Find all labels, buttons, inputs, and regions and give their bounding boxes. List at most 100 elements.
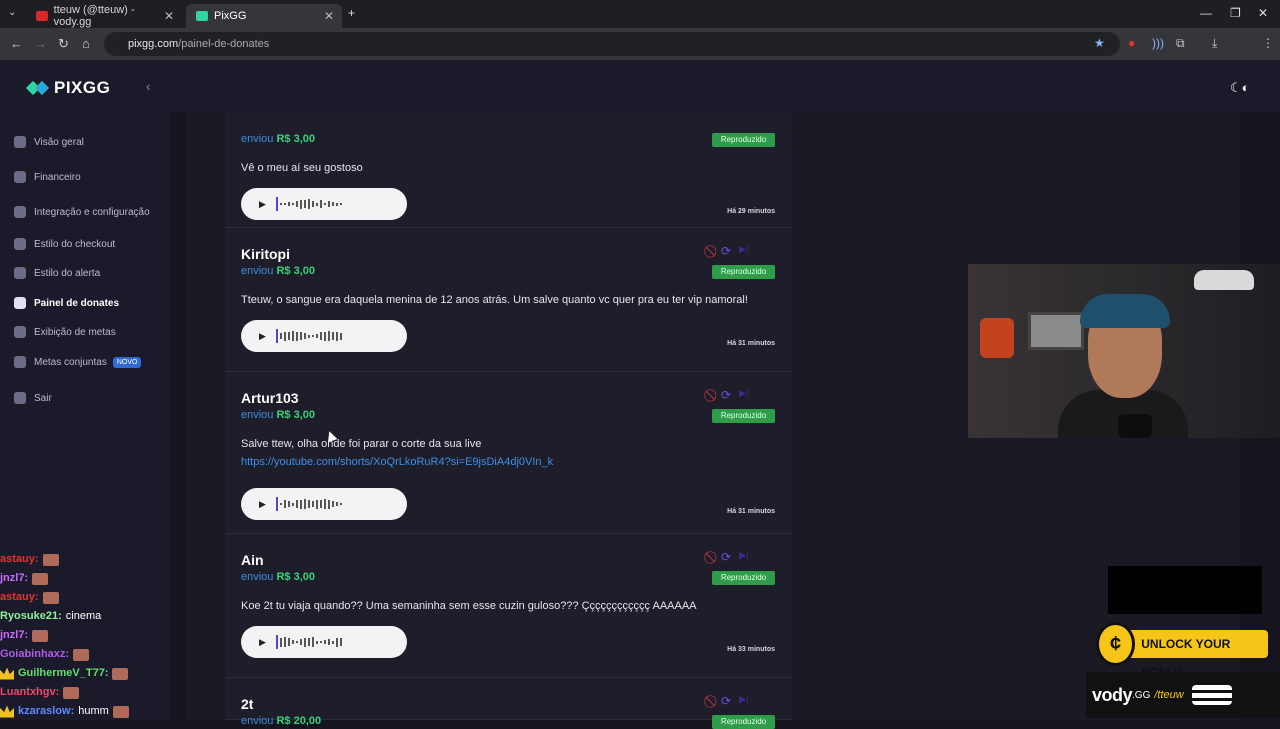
play-icon[interactable]: ▶	[259, 499, 266, 510]
donation-message: Vê o meu aí seu gostoso	[241, 162, 363, 174]
sidebar-item-integracao[interactable]: Integração e configuração	[14, 206, 150, 218]
donation-message: Koe 2t tu viaja quando?? Uma semaninha s…	[241, 600, 697, 612]
chat-username: astauy:	[0, 553, 39, 565]
audio-waveform[interactable]	[275, 635, 342, 649]
reload-icon[interactable]: ↻	[58, 36, 69, 52]
play-icon[interactable]: ▶	[259, 331, 266, 342]
skip-icon[interactable]: ▶|	[739, 388, 748, 403]
download-icon[interactable]: ⤓	[1212, 36, 1217, 51]
waveform-bar	[287, 332, 290, 340]
waveform-bar	[279, 203, 282, 205]
waveform-bar	[331, 332, 334, 340]
sidebar-item-sair[interactable]: Sair	[14, 392, 52, 404]
tab-search-icon[interactable]: ⌄	[8, 7, 16, 18]
audio-waveform[interactable]	[275, 497, 342, 511]
waveform-bar	[339, 503, 342, 505]
donation-message: Salve ttew, olha onde foi parar o corte …	[241, 438, 482, 450]
waveform-bar	[283, 331, 286, 341]
chat-username: Luantxhgv:	[0, 686, 60, 698]
emote-icon	[112, 667, 129, 680]
close-tab-icon[interactable]: ✕	[324, 9, 334, 23]
audio-player[interactable]: ▶	[241, 488, 407, 520]
waveform-bar	[331, 640, 334, 644]
close-window-icon[interactable]: ✕	[1258, 6, 1268, 20]
pixgg-favicon-icon	[196, 11, 208, 21]
waveform-bar	[303, 637, 306, 647]
waveform-bar	[319, 641, 322, 643]
back-icon[interactable]: ←	[10, 36, 23, 51]
browser-tab-bar: ⌄ tteuw (@tteuw) - vody.gg ✕ PixGG ✕ + —…	[0, 0, 1280, 28]
url-input[interactable]: pixgg.com/painel-de-donates	[104, 32, 1120, 56]
replay-icon[interactable]: ⟳	[721, 694, 731, 709]
sidebar-item-label: Metas conjuntas	[34, 356, 107, 368]
waveform-bar	[315, 334, 318, 338]
play-icon[interactable]: ▶	[259, 637, 266, 648]
playhead	[275, 497, 278, 511]
waveform-bar	[307, 500, 310, 508]
chat-username: astauy:	[0, 591, 39, 603]
replay-icon[interactable]: ⟳	[721, 244, 731, 259]
audio-player[interactable]: ▶	[241, 320, 407, 352]
sidebar-item-painel-donates[interactable]: Painel de donates	[14, 297, 119, 309]
replay-icon[interactable]: ⟳	[721, 550, 731, 565]
home-icon[interactable]: ⌂	[82, 36, 90, 51]
waveform-bar	[283, 203, 286, 205]
extensions-puzzle-icon[interactable]: ⧉	[1176, 36, 1185, 51]
tab-vody[interactable]: tteuw (@tteuw) - vody.gg ✕	[26, 4, 182, 28]
skip-icon[interactable]: ▶|	[739, 244, 748, 259]
browser-menu-icon[interactable]: ⋮	[1262, 36, 1274, 50]
donation-time: Há 31 minutos	[727, 340, 775, 347]
emote-icon	[112, 705, 129, 718]
pixgg-logo[interactable]: PIXGG	[28, 78, 110, 98]
emote-icon	[73, 648, 90, 661]
webcam-overlay	[968, 264, 1280, 438]
waveform-bar	[323, 640, 326, 644]
skip-icon[interactable]: ▶|	[739, 694, 748, 709]
collapse-sidebar-icon[interactable]: ‹	[146, 78, 151, 94]
unlock-bonus-label: UNLOCK YOUR BONUS	[1127, 630, 1268, 679]
waveform-bar	[327, 201, 330, 207]
tab-pixgg[interactable]: PixGG ✕	[186, 4, 342, 28]
waveform-bar	[339, 332, 342, 340]
new-tab-icon[interactable]: +	[348, 6, 355, 20]
audio-icon[interactable]: )))	[1152, 36, 1164, 50]
vody-banner: vody .GG /tteuw	[1086, 672, 1280, 718]
sent-label: enviou	[241, 715, 274, 727]
emote-icon	[63, 686, 80, 699]
forward-icon[interactable]: →	[34, 36, 47, 51]
extension-icon[interactable]: ●	[1128, 36, 1135, 50]
audio-player[interactable]: ▶	[241, 626, 407, 658]
sidebar-item-label: Estilo do alerta	[34, 267, 101, 279]
replay-icon[interactable]: ⟳	[721, 388, 731, 403]
donation-link[interactable]: https://youtube.com/shorts/XoQrLkoRuR4?s…	[241, 456, 553, 468]
waveform-bar	[295, 641, 298, 643]
play-icon[interactable]: ▶	[259, 199, 266, 210]
top-bar	[170, 60, 1280, 112]
theme-toggle-icon[interactable]: ☾◐	[1230, 80, 1250, 96]
sidebar-item-financeiro[interactable]: Financeiro	[14, 171, 81, 183]
minimize-icon[interactable]: —	[1200, 6, 1212, 20]
sidebar-item-label: Financeiro	[34, 171, 81, 183]
waveform-bar	[315, 640, 318, 644]
palette-icon	[14, 238, 26, 250]
waveform-bar	[323, 499, 326, 509]
sidebar-item-estilo-checkout[interactable]: Estilo do checkout	[14, 238, 115, 250]
waveform-bar	[311, 201, 314, 207]
waveform-bar	[291, 331, 294, 341]
audio-player[interactable]: ▶	[241, 188, 407, 220]
restore-icon[interactable]: ❐	[1230, 6, 1241, 20]
audio-waveform[interactable]	[275, 329, 342, 343]
sidebar-item-exibicao-metas[interactable]: Exibição de metas	[14, 326, 116, 338]
sidebar-item-estilo-alerta[interactable]: Estilo do alerta	[14, 267, 100, 279]
donation-amount-line: enviou R$ 3,00	[241, 265, 315, 277]
close-tab-icon[interactable]: ✕	[164, 9, 174, 23]
waveform-bar	[311, 335, 314, 337]
sidebar-item-visao-geral[interactable]: Visão geral	[14, 136, 84, 148]
waveform-bar	[319, 332, 322, 340]
audio-waveform[interactable]	[275, 197, 342, 211]
skip-icon[interactable]: ▶|	[739, 550, 748, 565]
pixgg-logo-icon	[28, 81, 50, 95]
bookmark-star-icon[interactable]: ★	[1094, 36, 1105, 50]
sidebar-item-metas-conjuntas[interactable]: Metas conjuntas NOVO	[14, 356, 142, 368]
waveform-bar	[315, 499, 318, 509]
